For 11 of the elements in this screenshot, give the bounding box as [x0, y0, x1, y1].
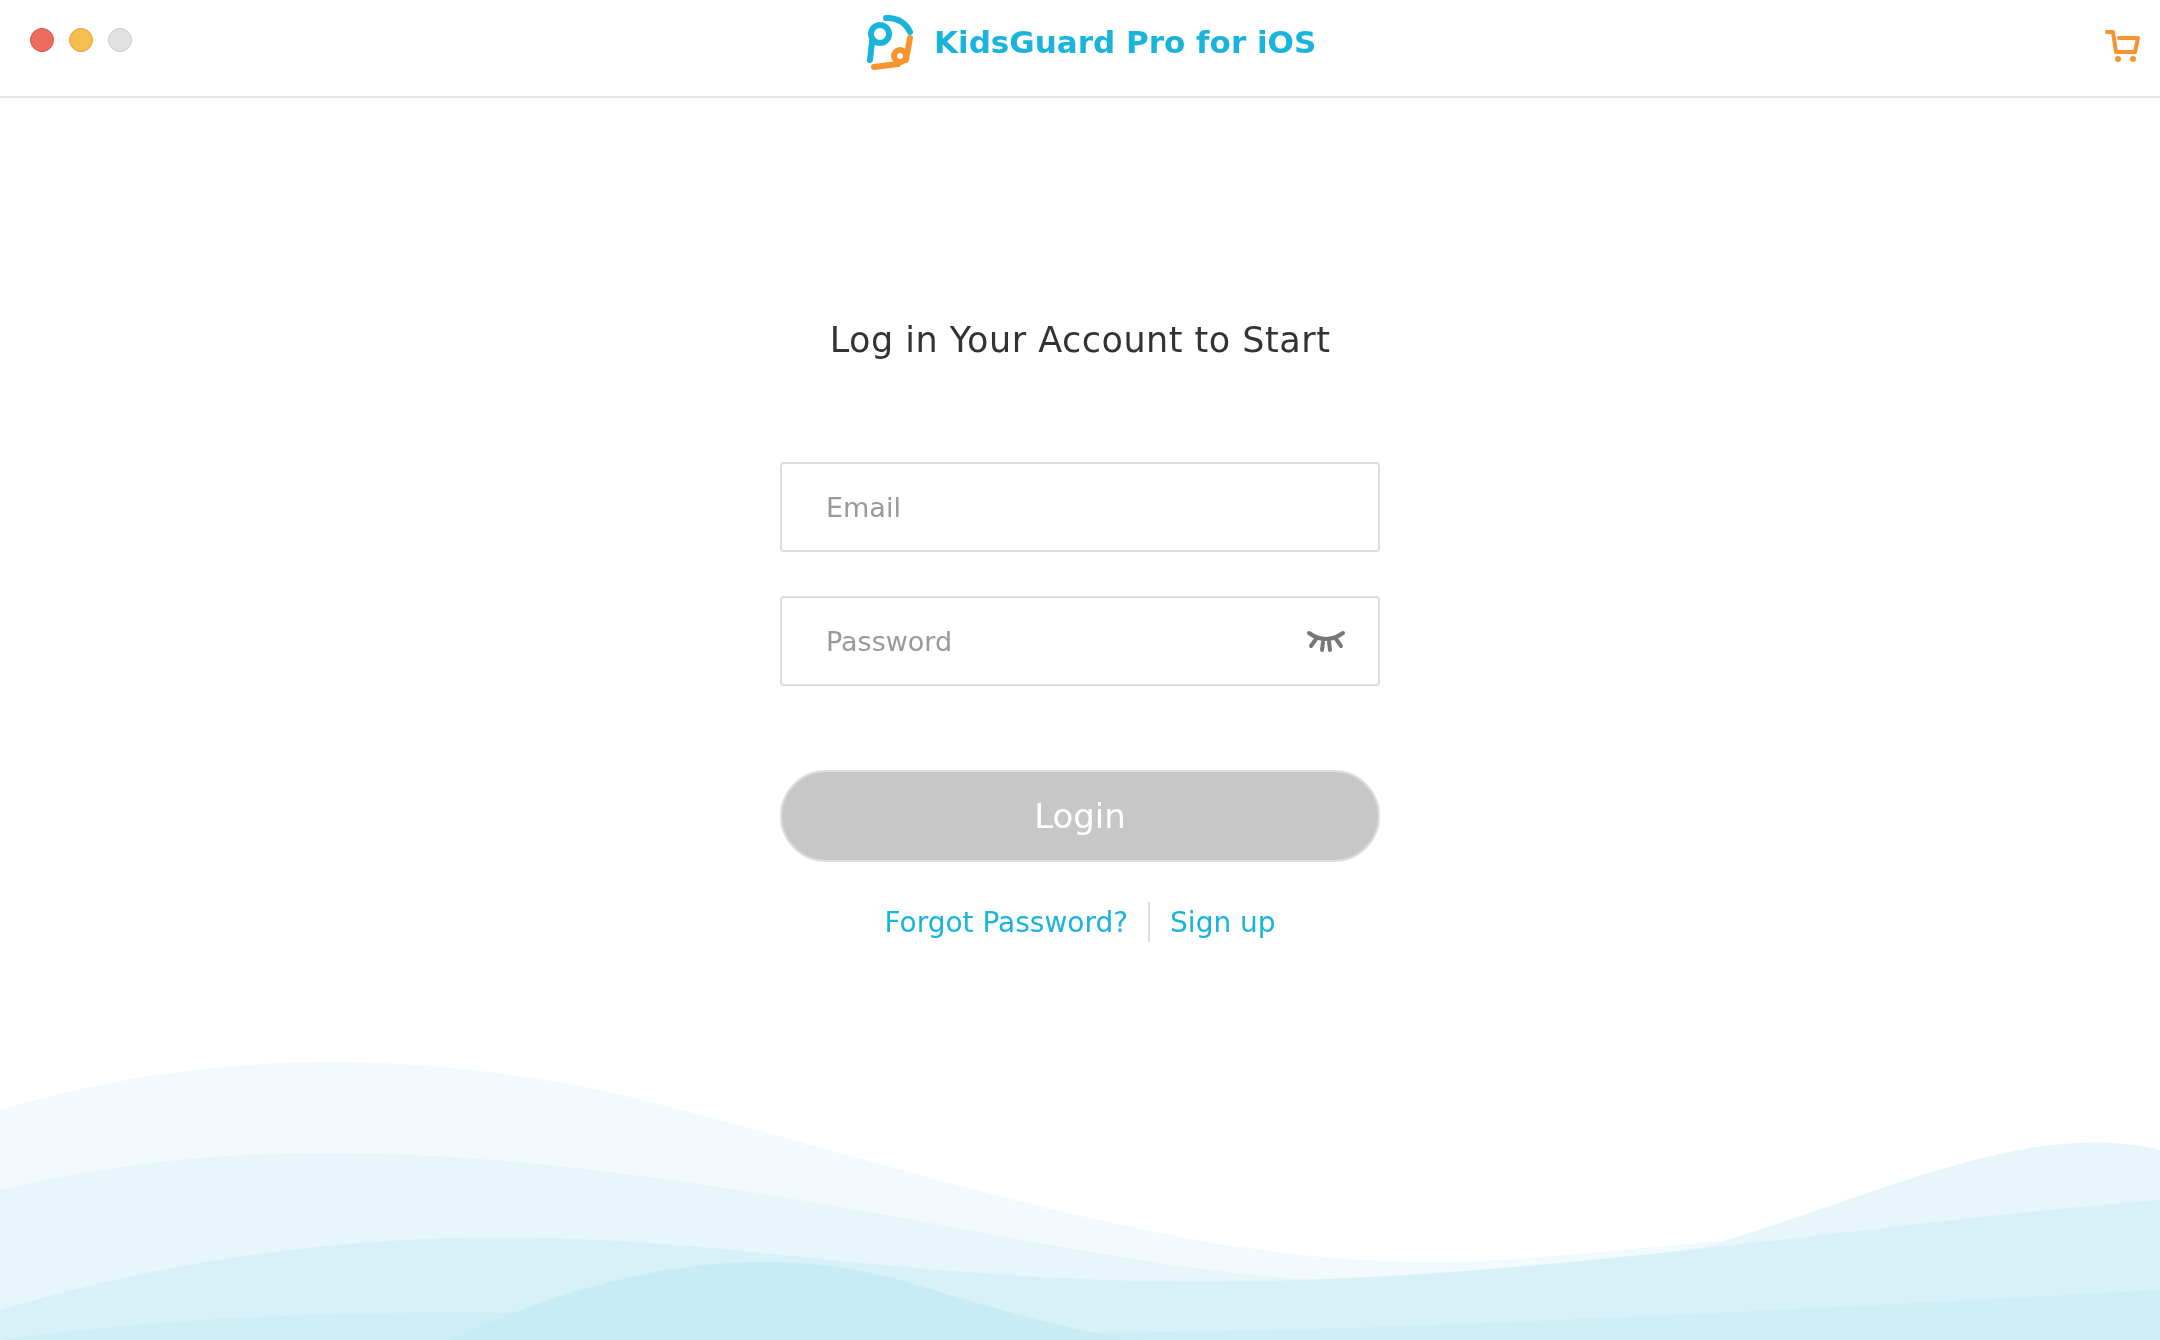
cart-icon[interactable]	[2104, 28, 2142, 64]
eye-closed-icon[interactable]	[1306, 629, 1346, 653]
close-button[interactable]	[30, 28, 54, 52]
minimize-button[interactable]	[69, 28, 93, 52]
password-field[interactable]: Password	[780, 596, 1380, 686]
email-field[interactable]: Email	[780, 462, 1380, 552]
sign-up-link[interactable]: Sign up	[1170, 905, 1276, 939]
forgot-password-link[interactable]: Forgot Password?	[884, 905, 1129, 939]
login-heading: Log in Your Account to Start	[829, 320, 1331, 360]
zoom-button[interactable]	[108, 28, 132, 52]
app-title: KidsGuard Pro for iOS	[934, 24, 1317, 60]
